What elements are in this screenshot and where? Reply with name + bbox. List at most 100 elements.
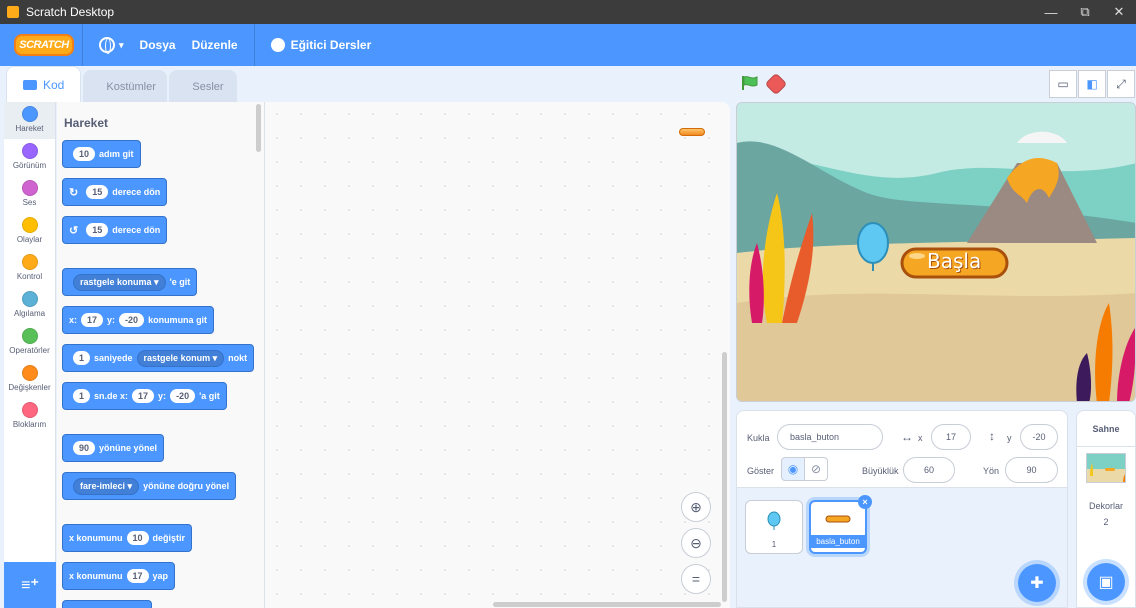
category-my-blocks[interactable]: Bloklarım <box>4 398 55 435</box>
script-area[interactable]: ⊕ ⊖ = <box>265 102 730 608</box>
category-label: Bloklarım <box>12 420 47 429</box>
block-text: x: <box>69 315 78 325</box>
zoom-out-button[interactable]: ⊖ <box>681 528 711 558</box>
tab-code-label: Kod <box>43 77 65 92</box>
category-motion[interactable]: Hareket <box>4 102 55 139</box>
category-sensing[interactable]: Algılama <box>4 287 55 324</box>
seconds-input[interactable]: 1 <box>73 389 91 403</box>
set-x-input[interactable]: 17 <box>126 569 149 583</box>
show-sprite-button[interactable]: ◉ <box>781 457 805 481</box>
green-flag-icon[interactable] <box>741 75 759 91</box>
tab-sounds-label: Sesler <box>192 80 224 93</box>
set-x-block[interactable]: x konumunu 17 yap <box>62 562 176 590</box>
point-direction-block[interactable]: 90 yönüne yönel <box>62 434 165 462</box>
direction-input[interactable]: 90 <box>1005 457 1058 483</box>
size-input[interactable]: 60 <box>903 457 955 483</box>
add-sprite-button[interactable]: ✚ <box>1018 564 1056 602</box>
category-events[interactable]: Olaylar <box>4 213 55 250</box>
y-input[interactable]: -20 <box>119 313 145 327</box>
goto-xy-block[interactable]: x: 17 y: -20 konumuna git <box>62 306 215 334</box>
degrees-input[interactable]: 15 <box>86 185 109 199</box>
point-towards-block[interactable]: fare-imleci ▾ yönüne doğru yönel <box>62 472 237 500</box>
script-vertical-scrollbar[interactable] <box>722 352 727 602</box>
block-text: değiştir <box>152 533 186 543</box>
block-text: yönüne doğru yönel <box>143 481 230 491</box>
category-control[interactable]: Kontrol <box>4 250 55 287</box>
add-extension-button[interactable]: ≡⁺ <box>4 562 56 608</box>
hide-sprite-button[interactable]: ⊘ <box>804 457 828 481</box>
towards-target-dropdown[interactable]: fare-imleci ▾ <box>73 477 140 495</box>
glide-random-block[interactable]: 1 saniyede rastgele konum ▾ nokt <box>62 344 255 372</box>
x-axis-icon: ↔ <box>901 430 913 444</box>
block-text: saniyede <box>94 353 133 363</box>
goto-random-block[interactable]: rastgele konuma ▾ 'e git <box>62 268 198 296</box>
stop-icon[interactable] <box>764 72 788 96</box>
x-input[interactable]: 17 <box>81 313 104 327</box>
balloon-sprite-icon <box>767 501 781 540</box>
tab-sounds[interactable]: Sesler <box>169 70 238 102</box>
steps-input[interactable]: 10 <box>73 147 96 161</box>
script-horizontal-scrollbar[interactable] <box>493 602 721 607</box>
operators-category-icon <box>21 328 38 344</box>
turn-right-block[interactable]: ↻ 15 derece dön <box>62 178 168 206</box>
degrees-input[interactable]: 15 <box>86 223 109 237</box>
category-label: Değişkenler <box>8 383 51 392</box>
partial-block[interactable] <box>62 600 152 608</box>
direction-label: Yön <box>983 466 1000 476</box>
show-label: Göster <box>747 466 775 476</box>
category-looks[interactable]: Görünüm <box>4 139 55 176</box>
category-sound[interactable]: Ses <box>4 176 55 213</box>
tab-code[interactable]: Kod <box>6 66 82 102</box>
category-variables[interactable]: Değişkenler <box>4 361 55 398</box>
fullscreen-button[interactable]: ⤢ <box>1107 70 1135 98</box>
minimize-button[interactable]: — <box>1034 0 1068 24</box>
x-input[interactable]: 17 <box>132 389 155 403</box>
image-plus-icon: ▣ <box>1098 574 1114 591</box>
zoom-in-button[interactable]: ⊕ <box>681 492 711 522</box>
title-bar: Scratch Desktop — ⧉ ✕ <box>0 0 1136 24</box>
language-menu[interactable]: ▾ <box>91 24 132 66</box>
edit-menu[interactable]: Düzenle <box>184 24 246 66</box>
sprite-tile[interactable]: 1 <box>745 500 803 554</box>
stage-canvas[interactable]: Başla <box>736 102 1136 402</box>
glide-target-dropdown[interactable]: rastgele konum ▾ <box>136 349 225 367</box>
dropdown-value: fare-imleci <box>80 480 126 491</box>
sprite-tile-selected[interactable]: × basla_buton <box>809 495 872 554</box>
turn-left-block[interactable]: ↺ 15 derece dön <box>62 216 168 244</box>
file-menu[interactable]: Dosya <box>132 24 184 66</box>
sprite-name-input[interactable]: basla_buton <box>777 424 883 450</box>
sprite-name: 1 <box>771 540 777 549</box>
close-button[interactable]: ✕ <box>1102 0 1136 24</box>
block-palette: Hareket 10 adım git ↻ 15 derece dön ↺ 15… <box>57 102 265 608</box>
goto-target-dropdown[interactable]: rastgele konuma ▾ <box>73 273 166 291</box>
direction-input[interactable]: 90 <box>73 441 96 455</box>
tutorials-menu[interactable]: Eğitici Dersler <box>263 24 380 66</box>
category-label: Kontrol <box>16 272 43 281</box>
zoom-reset-button[interactable]: = <box>681 564 711 594</box>
change-x-block[interactable]: x konumunu 10 değiştir <box>62 524 193 552</box>
small-stage-button[interactable]: ▭ <box>1049 70 1077 98</box>
x-position-input[interactable]: 17 <box>931 424 971 450</box>
restore-button[interactable]: ⧉ <box>1068 0 1102 24</box>
add-backdrop-button[interactable]: ▣ <box>1087 563 1125 601</box>
sprite-thumbnail-icon <box>679 128 705 136</box>
tab-costumes[interactable]: Kostümler <box>83 70 168 102</box>
sprite-name-label: Kukla <box>747 433 770 443</box>
block-text: y: <box>107 315 116 325</box>
y-position-input[interactable]: -20 <box>1020 424 1058 450</box>
category-label: Olaylar <box>16 235 43 244</box>
change-x-input[interactable]: 10 <box>126 531 149 545</box>
scratch-logo[interactable]: SCRATCH <box>14 34 74 56</box>
move-steps-block[interactable]: 10 adım git <box>62 140 141 168</box>
seconds-input[interactable]: 1 <box>73 351 91 365</box>
menu-divider <box>82 24 83 66</box>
category-operators[interactable]: Operatörler <box>4 324 55 361</box>
glide-xy-block[interactable]: 1 sn.de x: 17 y: -20 'a git <box>62 382 227 410</box>
y-input[interactable]: -20 <box>170 389 196 403</box>
normal-stage-button[interactable]: ◧ <box>1078 70 1106 98</box>
stage-target-panel[interactable]: Sahne Dekorlar 2 ▣ <box>1076 410 1136 608</box>
category-label: Algılama <box>13 309 46 318</box>
delete-sprite-icon[interactable]: × <box>858 495 872 509</box>
block-text: 'a git <box>199 391 220 401</box>
palette-scrollbar[interactable] <box>256 104 261 152</box>
